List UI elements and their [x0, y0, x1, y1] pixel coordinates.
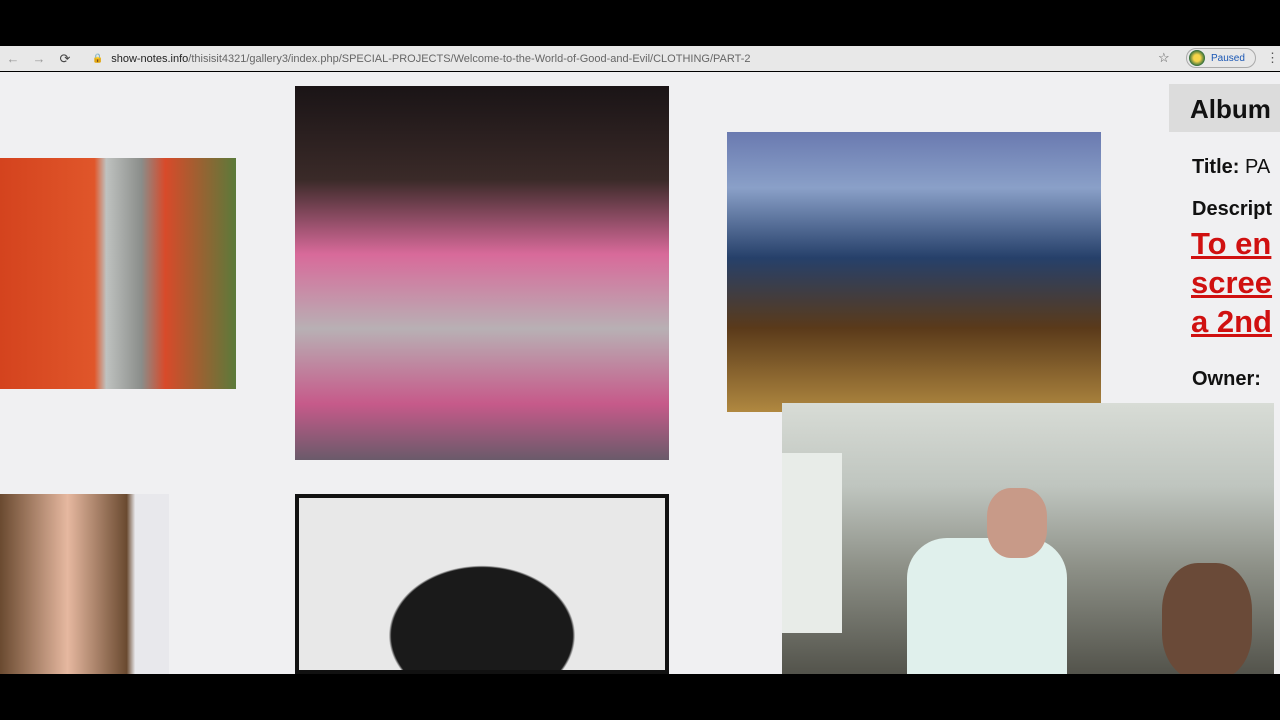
bookmark-star-icon[interactable]: ☆	[1158, 50, 1170, 66]
person	[907, 538, 1067, 680]
description-link-3[interactable]: a 2nd	[1191, 295, 1272, 349]
back-button[interactable]: ←	[0, 51, 26, 66]
person-head	[987, 488, 1047, 558]
gallery-photo-sequin-outfits[interactable]	[295, 86, 669, 460]
address-bar[interactable]: show-notes.info/thisisit4321/gallery3/in…	[111, 53, 750, 65]
reload-button[interactable]: ⟳	[52, 51, 78, 67]
gallery-photo-tshirt[interactable]	[295, 494, 669, 674]
profile-button[interactable]: Paused	[1186, 48, 1256, 68]
browser-toolbar: ← → ⟳ 🔒 show-notes.info/thisisit4321/gal…	[0, 46, 1280, 71]
letterbox-bottom	[0, 674, 1280, 720]
album-title: Title: PA	[1192, 156, 1270, 179]
forward-button[interactable]: →	[26, 51, 52, 66]
title-label: Title:	[1192, 156, 1240, 178]
teddy-bear	[1162, 563, 1252, 680]
profile-status: Paused	[1211, 52, 1245, 64]
url-domain: show-notes.info	[111, 52, 189, 65]
avatar	[1189, 50, 1205, 66]
url-path: /thisisit4321/gallery3/index.php/SPECIAL…	[188, 52, 751, 65]
gallery-photo-red-dress[interactable]	[0, 158, 236, 389]
title-value: PA	[1244, 156, 1271, 178]
owner-label: Owner:	[1192, 368, 1261, 390]
gallery-photo-pyramid-jacket[interactable]	[727, 132, 1101, 412]
menu-icon[interactable]: ⋮	[1266, 50, 1279, 66]
gallery-photo-portrait[interactable]	[0, 494, 169, 674]
album-panel-header: Album	[1169, 84, 1280, 132]
webcam-overlay	[782, 403, 1274, 680]
lock-icon: 🔒	[92, 53, 104, 63]
window	[782, 453, 842, 633]
